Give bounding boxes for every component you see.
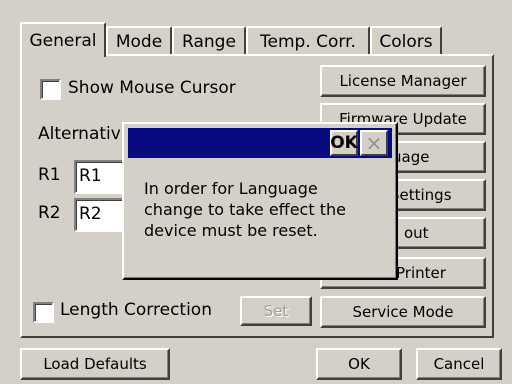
service-mode-button[interactable]: Service Mode: [320, 296, 486, 328]
dialog-title-bar: OK ×: [128, 128, 392, 158]
dialog-message-line: change to take effect the: [144, 200, 346, 219]
about-button-label: out: [404, 224, 429, 242]
close-icon: ×: [365, 131, 383, 155]
r2-label: R2: [38, 203, 61, 223]
tab-range[interactable]: Range: [172, 26, 246, 55]
tab-temp-corr-label: Temp. Corr.: [260, 31, 356, 52]
license-manager-button[interactable]: License Manager: [320, 65, 486, 97]
dialog-message: In order for Language change to take eff…: [144, 178, 384, 241]
dialog-ok-button[interactable]: OK: [330, 130, 358, 156]
tab-temp-corr[interactable]: Temp. Corr.: [246, 26, 370, 55]
alternative-label: Alternativ: [38, 124, 121, 144]
tab-colors-label: Colors: [379, 31, 433, 52]
tab-colors[interactable]: Colors: [370, 26, 442, 55]
show-mouse-cursor-checkbox[interactable]: [40, 79, 61, 100]
ok-button[interactable]: OK: [316, 348, 402, 380]
dialog-message-line: device must be reset.: [144, 221, 318, 240]
tab-general[interactable]: General: [20, 22, 106, 57]
dialog-close-button[interactable]: ×: [360, 130, 388, 156]
show-mouse-cursor-label: Show Mouse Cursor: [68, 78, 236, 98]
length-correction-checkbox[interactable]: [33, 302, 54, 323]
tab-mode-label: Mode: [115, 31, 163, 52]
dialog-message-line: In order for Language: [144, 179, 318, 198]
cancel-button[interactable]: Cancel: [416, 348, 502, 380]
load-defaults-button[interactable]: Load Defaults: [20, 348, 170, 380]
settings-button-label: Settings: [390, 186, 452, 204]
tab-mode[interactable]: Mode: [106, 26, 172, 55]
tab-range-label: Range: [182, 31, 236, 52]
language-reset-dialog: OK × In order for Language change to tak…: [122, 122, 398, 280]
dialog-ok-label: OK: [330, 133, 358, 153]
printer-button-label: Printer: [396, 264, 446, 282]
set-button[interactable]: Set: [240, 296, 312, 326]
length-correction-label: Length Correction: [60, 300, 212, 320]
tab-general-label: General: [29, 30, 97, 51]
r1-label: R1: [38, 165, 61, 185]
